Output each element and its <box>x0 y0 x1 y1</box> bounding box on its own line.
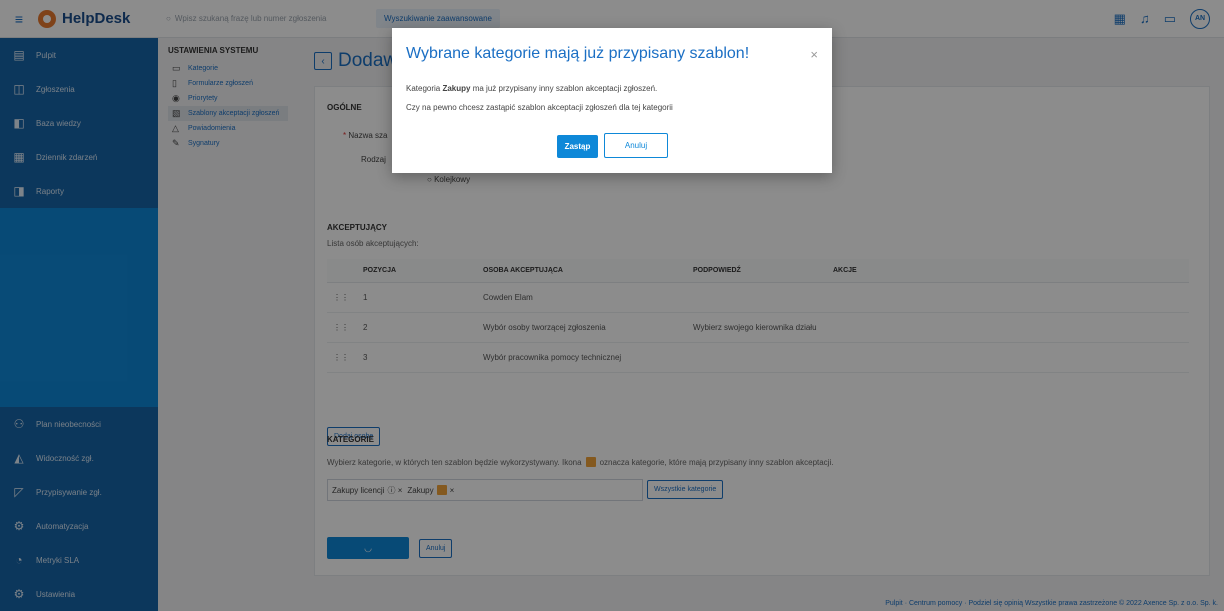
dialog-message: Kategoria Zakupy ma już przypisany inny … <box>406 84 658 93</box>
dialog-title: Wybrane kategorie mają już przypisany sz… <box>406 45 750 62</box>
dialog-cancel-button[interactable]: Anuluj <box>604 133 668 158</box>
replace-template-dialog: Wybrane kategorie mają już przypisany sz… <box>392 28 832 173</box>
replace-button[interactable]: Zastąp <box>557 135 598 158</box>
close-icon[interactable]: × <box>810 47 818 62</box>
dialog-question: Czy na pewno chcesz zastąpić szablon akc… <box>406 103 673 112</box>
